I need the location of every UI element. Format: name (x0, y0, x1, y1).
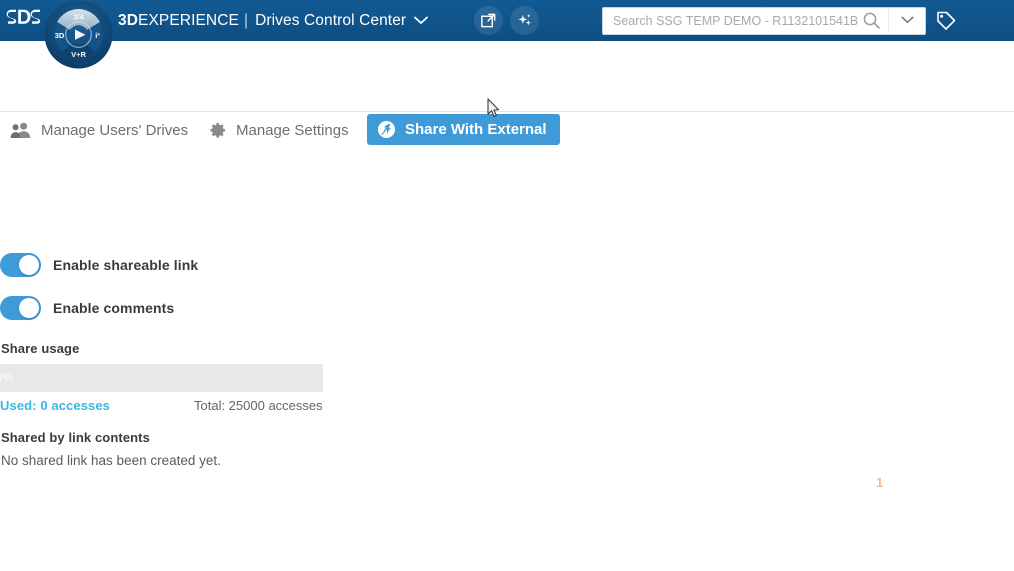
share-usage-total-label: Total: 25000 accesses (194, 398, 323, 413)
svg-text:i³: i³ (95, 31, 100, 40)
tab-manage-users-drives[interactable]: Manage Users' Drives (10, 115, 188, 145)
top-header-bar: 3/4 3D i³ V+R 3D EXPERIENCE | Drives Cont… (0, 0, 1014, 69)
share-usage-percent-label: 0% (0, 370, 14, 385)
gear-icon (208, 121, 227, 140)
svg-text:3/4: 3/4 (73, 13, 84, 22)
brand-experience: EXPERIENCE (138, 11, 239, 29)
search-scope-dropdown[interactable] (888, 8, 925, 32)
share-usage-used-label: Used: 0 accesses (0, 398, 111, 413)
brand-and-app-title[interactable]: 3D EXPERIENCE | Drives Control Center (118, 0, 429, 41)
toggle-enable-comments-label: Enable comments (53, 300, 175, 316)
share-usage-progress-bar: 0% (0, 364, 323, 392)
assistant-button[interactable] (510, 6, 539, 35)
tab-manage-settings-label: Manage Settings (236, 121, 349, 139)
toggle-enable-shareable-link[interactable] (0, 253, 41, 277)
main-content: Enable shareable link Enable comments Sh… (0, 112, 1014, 571)
search-input[interactable] (603, 9, 925, 33)
users-icon (10, 121, 32, 139)
toggle-enable-comments[interactable] (0, 296, 41, 320)
tab-share-with-external-label: Share With External (405, 121, 547, 138)
svg-text:3D: 3D (55, 31, 65, 40)
setting-row-enable-comments: Enable comments (0, 296, 174, 320)
tab-share-with-external[interactable]: Share With External (367, 114, 560, 145)
setting-row-shareable-link: Enable shareable link (0, 253, 198, 277)
tab-manage-settings[interactable]: Manage Settings (208, 115, 349, 145)
toggle-knob (19, 255, 39, 275)
chevron-down-icon[interactable] (414, 16, 429, 28)
open-in-new-window-button[interactable] (474, 6, 503, 35)
brand-3d: 3D (118, 11, 139, 29)
shared-contents-title: Shared by link contents (1, 430, 150, 445)
chevron-down-icon (900, 16, 914, 23)
brand-separator: | (243, 11, 249, 29)
share-external-icon (377, 120, 396, 139)
shared-contents-empty-message: No shared link has been created yet. (1, 453, 221, 468)
tag-button[interactable] (934, 9, 958, 33)
annotation-marker-1: 1 (876, 475, 884, 490)
share-usage-title: Share usage (1, 341, 80, 356)
sparkle-icon (518, 14, 531, 26)
external-link-icon (481, 13, 496, 28)
tab-bar: Manage Users' Drives Manage Settings Sha… (0, 41, 1014, 145)
app-title: Drives Control Center (255, 11, 407, 29)
svg-text:V+R: V+R (71, 50, 86, 59)
dassault-systemes-logo[interactable] (6, 7, 46, 35)
3dexperience-compass[interactable]: 3/4 3D i³ V+R (44, 0, 113, 69)
toggle-enable-shareable-link-label: Enable shareable link (53, 257, 199, 273)
tag-icon (937, 11, 956, 30)
tab-manage-users-drives-label: Manage Users' Drives (41, 121, 189, 139)
search-bar[interactable] (602, 7, 926, 35)
toggle-knob (19, 298, 39, 318)
